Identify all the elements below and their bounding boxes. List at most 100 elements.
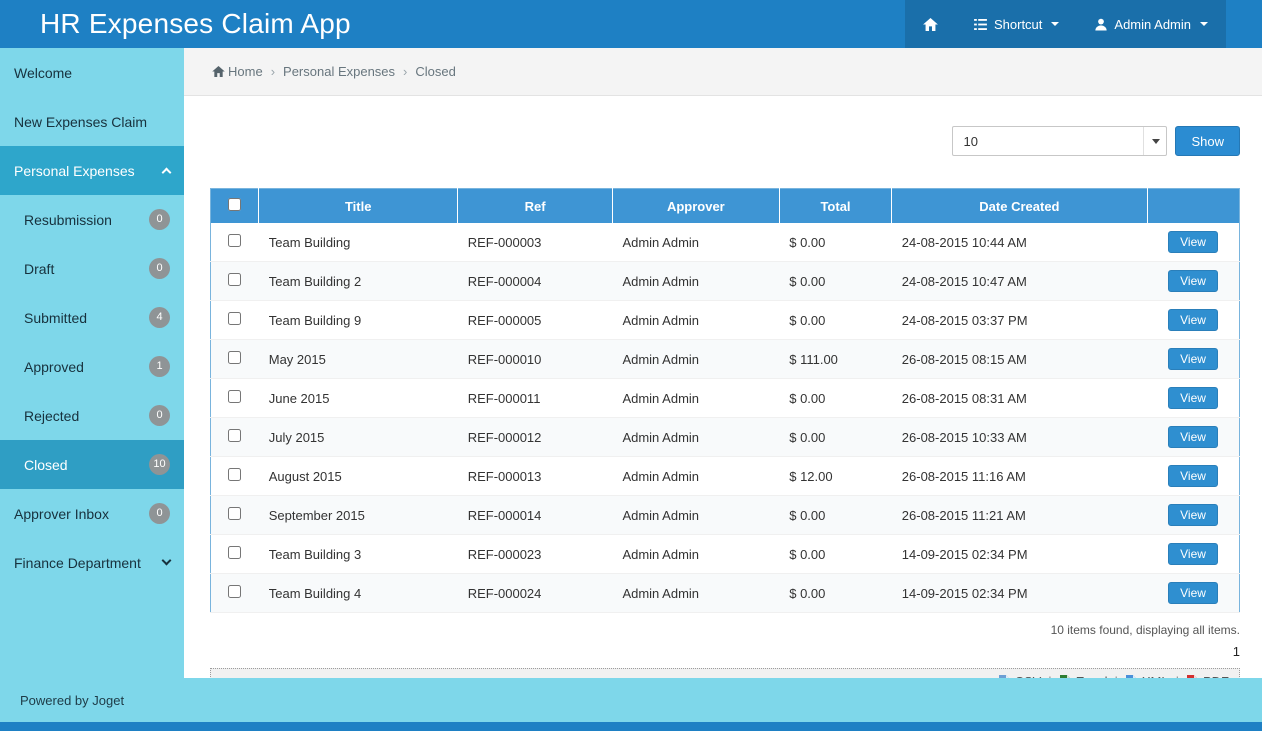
sidebar-item-welcome[interactable]: Welcome — [0, 48, 184, 97]
row-checkbox-cell — [211, 574, 259, 613]
breadcrumb-items: Home›Personal Expenses›Closed — [228, 64, 456, 79]
cell-approver: Admin Admin — [612, 379, 779, 418]
sidebar-item-label: Submitted — [24, 310, 149, 326]
list-toolbar: 10 Show — [210, 126, 1240, 156]
sidebar-item-label: Rejected — [24, 408, 149, 424]
cell-date-created: 24-08-2015 03:37 PM — [892, 301, 1147, 340]
row-checkbox-cell — [211, 496, 259, 535]
view-button[interactable]: View — [1168, 543, 1218, 565]
row-checkbox[interactable] — [228, 351, 241, 364]
view-button[interactable]: View — [1168, 309, 1218, 331]
table-row: August 2015REF-000013Admin Admin$ 12.002… — [211, 457, 1240, 496]
nav-user-label: Admin Admin — [1114, 17, 1191, 32]
sidebar-item-label: Welcome — [14, 65, 170, 81]
expenses-table: TitleRefApproverTotalDate Created Team B… — [210, 188, 1240, 613]
top-nav: Shortcut Admin Admin — [905, 0, 1226, 48]
column-header-date-created[interactable]: Date Created — [892, 189, 1147, 224]
view-button[interactable]: View — [1168, 582, 1218, 604]
cell-ref: REF-000010 — [458, 340, 613, 379]
view-button[interactable]: View — [1168, 426, 1218, 448]
row-checkbox[interactable] — [228, 273, 241, 286]
count-badge: 0 — [149, 503, 170, 524]
nav-shortcut-dropdown[interactable]: Shortcut — [956, 0, 1077, 48]
column-header-title[interactable]: Title — [259, 189, 458, 224]
breadcrumb-separator: › — [401, 64, 409, 79]
cell-ref: REF-000005 — [458, 301, 613, 340]
sidebar-item-label: Draft — [24, 261, 149, 277]
cell-date-created: 26-08-2015 08:15 AM — [892, 340, 1147, 379]
count-badge: 0 — [149, 209, 170, 230]
sidebar-item-closed[interactable]: Closed10 — [0, 440, 184, 489]
table-row: July 2015REF-000012Admin Admin$ 0.0026-0… — [211, 418, 1240, 457]
row-action-cell: View — [1147, 301, 1239, 340]
cell-total: $ 0.00 — [779, 379, 892, 418]
app-header: HR Expenses Claim App Shortcut Admin Adm… — [0, 0, 1262, 48]
bottom-strip — [0, 722, 1262, 731]
row-checkbox[interactable] — [228, 585, 241, 598]
sidebar: Welcome New Expenses ClaimPersonal Expens… — [0, 48, 184, 678]
table-row: Team Building 2REF-000004Admin Admin$ 0.… — [211, 262, 1240, 301]
app-footer: Powered by Joget — [0, 678, 1262, 722]
cell-total: $ 0.00 — [779, 535, 892, 574]
row-checkbox[interactable] — [228, 429, 241, 442]
breadcrumb-item-personal-expenses[interactable]: Personal Expenses — [283, 64, 395, 79]
breadcrumb-item-closed[interactable]: Closed — [415, 64, 455, 79]
chevron-down-icon — [162, 556, 172, 566]
row-checkbox[interactable] — [228, 312, 241, 325]
breadcrumb-item-home[interactable]: Home — [228, 64, 263, 79]
sidebar-item-rejected[interactable]: Rejected0 — [0, 391, 184, 440]
page-size-select[interactable]: 10 — [952, 126, 1167, 156]
cell-date-created: 26-08-2015 11:21 AM — [892, 496, 1147, 535]
row-checkbox[interactable] — [228, 468, 241, 481]
pagination-current-page[interactable]: 1 — [210, 644, 1240, 659]
row-checkbox[interactable] — [228, 507, 241, 520]
cell-ref: REF-000011 — [458, 379, 613, 418]
show-button[interactable]: Show — [1175, 126, 1240, 156]
sidebar-item-resubmission[interactable]: Resubmission0 — [0, 195, 184, 244]
row-checkbox[interactable] — [228, 546, 241, 559]
cell-date-created: 14-09-2015 02:34 PM — [892, 574, 1147, 613]
view-button[interactable]: View — [1168, 270, 1218, 292]
count-badge: 1 — [149, 356, 170, 377]
user-icon — [1095, 18, 1107, 31]
view-button[interactable]: View — [1168, 504, 1218, 526]
items-found-text: 10 items found, displaying all items. — [210, 623, 1240, 637]
cell-ref: REF-000014 — [458, 496, 613, 535]
cell-approver: Admin Admin — [612, 574, 779, 613]
main-panel: Home›Personal Expenses›Closed 10 Show Ti… — [184, 48, 1262, 678]
sidebar-item-draft[interactable]: Draft0 — [0, 244, 184, 293]
view-button[interactable]: View — [1168, 465, 1218, 487]
cell-date-created: 14-09-2015 02:34 PM — [892, 535, 1147, 574]
select-all-checkbox[interactable] — [228, 198, 241, 211]
column-header-approver[interactable]: Approver — [612, 189, 779, 224]
cell-total: $ 111.00 — [779, 340, 892, 379]
cell-ref: REF-000024 — [458, 574, 613, 613]
table-row: Team Building 9REF-000005Admin Admin$ 0.… — [211, 301, 1240, 340]
sidebar-item-submitted[interactable]: Submitted4 — [0, 293, 184, 342]
cell-date-created: 26-08-2015 11:16 AM — [892, 457, 1147, 496]
app-title: HR Expenses Claim App — [0, 8, 351, 40]
cell-title: July 2015 — [259, 418, 458, 457]
cell-title: June 2015 — [259, 379, 458, 418]
cell-date-created: 24-08-2015 10:44 AM — [892, 223, 1147, 262]
view-button[interactable]: View — [1168, 231, 1218, 253]
sidebar-item-personal-expenses[interactable]: Personal Expenses — [0, 146, 184, 195]
table-head: TitleRefApproverTotalDate Created — [211, 189, 1240, 224]
nav-user-dropdown[interactable]: Admin Admin — [1077, 0, 1226, 48]
view-button[interactable]: View — [1168, 348, 1218, 370]
sidebar-item-finance-department[interactable]: Finance Department — [0, 538, 184, 587]
cell-date-created: 26-08-2015 08:31 AM — [892, 379, 1147, 418]
row-checkbox[interactable] — [228, 390, 241, 403]
sidebar-item-approved[interactable]: Approved1 — [0, 342, 184, 391]
view-button[interactable]: View — [1168, 387, 1218, 409]
chevron-up-icon — [162, 168, 172, 178]
nav-home-button[interactable] — [905, 0, 956, 48]
row-checkbox[interactable] — [228, 234, 241, 247]
column-header-ref[interactable]: Ref — [458, 189, 613, 224]
row-checkbox-cell — [211, 379, 259, 418]
sidebar-item-approver-inbox[interactable]: Approver Inbox0 — [0, 489, 184, 538]
column-header-total[interactable]: Total — [779, 189, 892, 224]
cell-ref: REF-000013 — [458, 457, 613, 496]
row-checkbox-cell — [211, 418, 259, 457]
sidebar-item-new-expenses-claim[interactable]: New Expenses Claim — [0, 97, 184, 146]
